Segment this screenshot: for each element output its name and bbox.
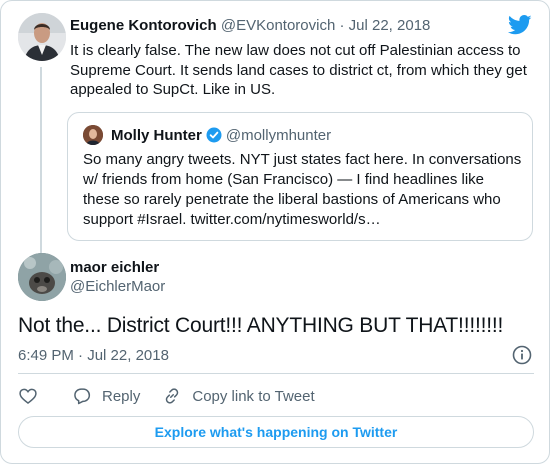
twitter-bird-icon[interactable] — [507, 15, 532, 37]
quoted-author-name[interactable]: Molly Hunter — [111, 127, 202, 144]
parent-tweet-header: Eugene Kontorovich @EVKontorovich · Jul … — [70, 17, 430, 34]
parent-author-handle[interactable]: @EVKontorovich — [221, 17, 335, 34]
reply-button[interactable]: Reply — [72, 386, 140, 406]
main-author-avatar[interactable] — [18, 253, 66, 301]
quoted-tweet-header: Molly Hunter @mollymhunter — [83, 125, 331, 145]
parent-tweet-date[interactable]: Jul 22, 2018 — [349, 17, 431, 34]
quoted-tweet[interactable]: Molly Hunter @mollymhunter So many angry… — [67, 112, 533, 241]
actions-divider — [18, 373, 534, 374]
explore-twitter-button[interactable]: Explore what's happening on Twitter — [18, 416, 534, 448]
copy-link-label: Copy link to Tweet — [192, 387, 315, 405]
quoted-author-handle[interactable]: @mollymhunter — [226, 127, 331, 144]
quoted-tweet-text: So many angry tweets. NYT just states fa… — [83, 151, 522, 228]
heart-icon — [19, 388, 37, 405]
like-button[interactable] — [18, 386, 38, 406]
tweet-date[interactable]: Jul 22, 2018 — [87, 347, 169, 364]
main-author-name[interactable]: maor eichler — [70, 259, 159, 276]
thread-connector-line — [40, 67, 42, 255]
link-icon — [166, 388, 179, 404]
tweet-actions-bar: Reply Copy link to Tweet — [18, 384, 315, 408]
tweet-time[interactable]: 6:49 PM — [18, 347, 74, 364]
info-icon[interactable] — [511, 344, 533, 366]
reply-label: Reply — [102, 387, 141, 405]
reply-icon — [74, 388, 91, 405]
header-separator: · — [339, 17, 345, 34]
embedded-tweet-card: Eugene Kontorovich @EVKontorovich · Jul … — [0, 0, 550, 464]
parent-author-avatar[interactable] — [18, 13, 66, 61]
verified-badge-icon — [206, 127, 222, 143]
parent-author-name[interactable]: Eugene Kontorovich — [70, 17, 217, 34]
main-author-handle[interactable]: @EichlerMaor — [70, 278, 165, 295]
parent-tweet-text: It is clearly false. The new law does no… — [70, 42, 527, 98]
quoted-author-avatar — [83, 125, 103, 145]
main-tweet-timestamp[interactable]: 6:49 PM · Jul 22, 2018 — [18, 347, 169, 364]
timestamp-separator: · — [78, 347, 84, 364]
copy-link-button[interactable]: Copy link to Tweet — [162, 386, 315, 406]
main-tweet-text: Not the... District Court!!! ANYTHING BU… — [18, 314, 504, 337]
